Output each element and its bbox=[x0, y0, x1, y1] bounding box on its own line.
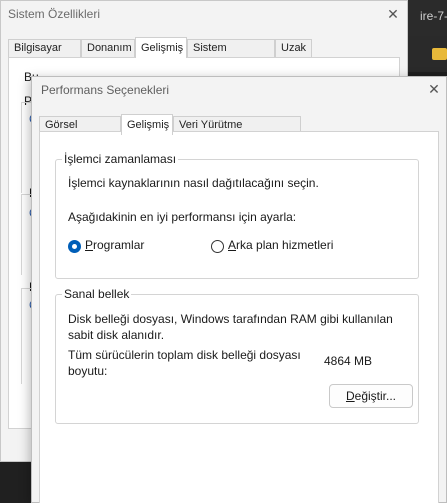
vm-total-label: Tüm sürücülerin toplam disk belleği dosy… bbox=[68, 348, 301, 378]
tab-computer-name[interactable]: Bilgisayar Adı bbox=[8, 39, 81, 71]
window-title: Performans Seçenekleri bbox=[41, 83, 170, 97]
tab-remote[interactable]: Uzak bbox=[275, 39, 312, 57]
tab-system-protection[interactable]: Sistem Koruması bbox=[187, 39, 275, 71]
cpu-prompt: Aşağıdakinin en iyi performansı için aya… bbox=[68, 210, 297, 224]
folder-icon[interactable] bbox=[432, 48, 447, 60]
tab-hardware[interactable]: Donanım bbox=[81, 39, 135, 57]
performance-options-window: Performans Seçenekleri ✕ Görsel Efektler… bbox=[31, 76, 447, 503]
radio-background-services-indicator[interactable] bbox=[211, 240, 224, 253]
group-legend: İşlemci zamanlaması bbox=[62, 152, 179, 166]
radio-programs-indicator[interactable] bbox=[68, 240, 81, 253]
advanced-panel: İşlemci zamanlaması İşlemci kaynaklarını… bbox=[39, 131, 439, 503]
tab-advanced[interactable]: Gelişmiş bbox=[121, 114, 173, 135]
group-legend: Sanal bellek bbox=[62, 287, 132, 301]
background-tab[interactable]: ire-7- bbox=[408, 0, 447, 36]
radio-programs[interactable]: Programlar bbox=[68, 238, 188, 254]
close-icon[interactable]: ✕ bbox=[422, 78, 446, 100]
processor-scheduling-group: İşlemci zamanlaması İşlemci kaynaklarını… bbox=[55, 152, 419, 279]
virtual-memory-group: Sanal bellek Disk belleği dosyası, Windo… bbox=[55, 287, 419, 424]
cpu-description: İşlemci kaynaklarının nasıl dağıtılacağı… bbox=[68, 176, 319, 190]
close-icon[interactable]: ✕ bbox=[381, 3, 405, 25]
tab-advanced[interactable]: Gelişmiş bbox=[135, 37, 187, 58]
vm-description: Disk belleği dosyası, Windows tarafından… bbox=[68, 312, 393, 342]
window-title: Sistem Özellikleri bbox=[8, 7, 101, 21]
radio-programs-label[interactable]: Programlar bbox=[85, 238, 144, 252]
vm-total-value: 4864 MB bbox=[324, 354, 373, 368]
radio-background-services-label[interactable]: Arka plan hizmetleri bbox=[228, 238, 333, 252]
radio-background-services[interactable]: Arka plan hizmetleri bbox=[211, 238, 351, 254]
change-button[interactable]: Değiştir... bbox=[329, 384, 413, 408]
